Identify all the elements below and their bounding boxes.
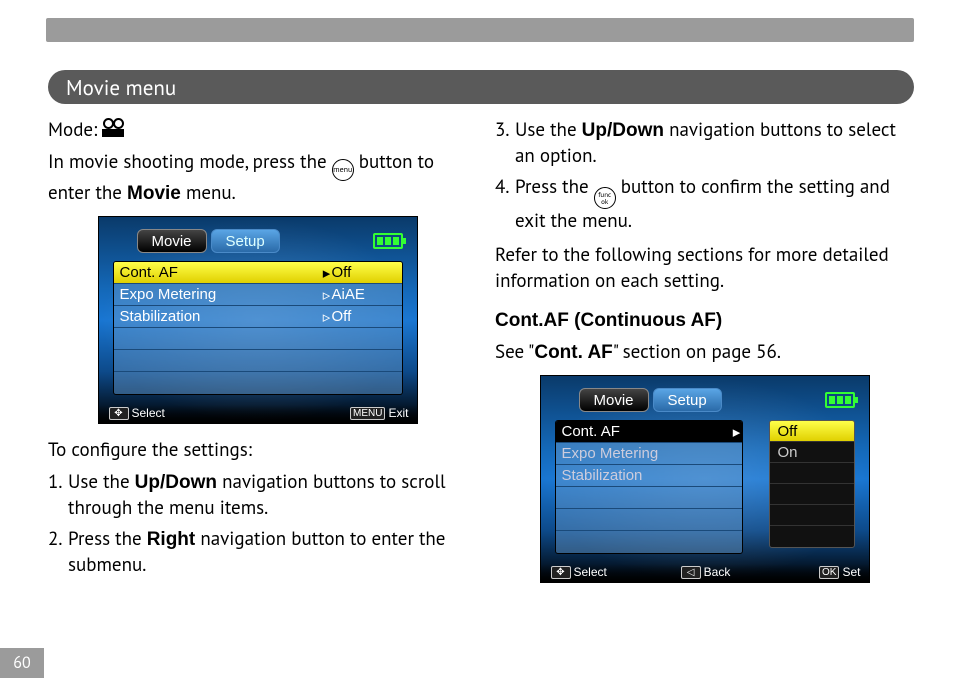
left-column: Mode: In movie shooting mode, press the … <box>48 118 467 597</box>
func-ok-button-icon: funcok <box>594 187 616 209</box>
battery-icon <box>373 233 403 249</box>
lcd2-submenu: Off On <box>769 420 855 548</box>
steps-right: 3.Use the Up/Down navigation buttons to … <box>495 118 914 235</box>
lcd2-foot-back: Back <box>704 565 731 579</box>
step-1: 1.Use the Up/Down navigation buttons to … <box>48 470 467 521</box>
lcd2-row-empty-2 <box>556 509 742 531</box>
back-icon: ◁ <box>681 566 701 579</box>
lcd1-row-expo: Expo Metering▹AiAE <box>114 284 402 306</box>
mode-label: Mode: <box>48 118 97 142</box>
lcd2-row-empty-1 <box>556 487 742 509</box>
lcd-screenshot-2: Movie Setup Cont. AF▸ Expo Metering Stab… <box>540 375 870 583</box>
intro-bold: Movie <box>127 183 181 204</box>
lcd1-tab-setup: Setup <box>211 229 280 253</box>
lcd2-submenu-off: Off <box>770 421 854 442</box>
refer-paragraph: Refer to the following sections for more… <box>495 243 914 294</box>
configure-label: To configure the settings: <box>48 438 467 464</box>
lcd2-row-expo: Expo Metering <box>556 443 742 465</box>
lcd1-tab-movie: Movie <box>137 229 207 253</box>
battery-icon <box>825 392 855 408</box>
page-number-badge: 60 <box>0 648 44 678</box>
lcd2-menu-list: Cont. AF▸ Expo Metering Stabilization <box>555 420 743 554</box>
lcd1-foot-exit: Exit <box>388 406 408 420</box>
contaf-heading: Cont.AF (Continuous AF) <box>495 308 914 334</box>
top-grey-bar <box>46 18 914 42</box>
lcd2-submenu-on: On <box>770 442 854 463</box>
lcd1-row-cont-af: Cont. AF▸Off <box>114 262 402 284</box>
section-title: Movie menu <box>66 74 176 101</box>
lcd1-row-empty-2 <box>114 350 402 372</box>
step-2: 2.Press the Right navigation button to e… <box>48 527 467 578</box>
movie-mode-icon <box>102 121 124 137</box>
dpad-icon: ✥ <box>551 566 571 579</box>
lcd1-foot-select: Select <box>132 406 165 420</box>
lcd1-row-empty-3 <box>114 372 402 394</box>
lcd2-tab-movie: Movie <box>579 388 649 412</box>
ok-btn-icon: OK <box>819 566 839 579</box>
lcd1-footer: ✥Select MENUExit <box>99 405 417 423</box>
intro-text-pre: In movie shooting mode, press the <box>48 150 332 174</box>
lcd1-tabbar: Movie Setup <box>137 227 403 255</box>
manual-page: Movie menu Mode: In movie shooting mode,… <box>0 0 954 694</box>
menu-btn-icon: MENU <box>350 407 385 420</box>
lcd2-row-stab: Stabilization <box>556 465 742 487</box>
lcd1-row-stab: Stabilization▹Off <box>114 306 402 328</box>
lcd2-foot-set: Set <box>842 565 860 579</box>
section-header: Movie menu <box>48 70 914 104</box>
lcd2-tabbar: Movie Setup <box>579 386 855 414</box>
content-columns: Mode: In movie shooting mode, press the … <box>48 118 914 597</box>
right-column: 3.Use the Up/Down navigation buttons to … <box>495 118 914 597</box>
step-4: 4.Press the funcok button to confirm the… <box>495 175 914 235</box>
menu-button-icon: menu <box>332 159 354 181</box>
page-number: 60 <box>13 653 30 673</box>
lcd2-footer: ✥Select ◁Back OKSet <box>541 564 869 582</box>
lcd2-row-cont-af: Cont. AF▸ <box>556 421 742 443</box>
step-3: 3.Use the Up/Down navigation buttons to … <box>495 118 914 169</box>
lcd-screenshot-1: Movie Setup Cont. AF▸Off Expo Metering▹A… <box>98 216 418 424</box>
lcd1-menu-list: Cont. AF▸Off Expo Metering▹AiAE Stabiliz… <box>113 261 403 395</box>
lcd2-foot-select: Select <box>574 565 607 579</box>
intro-paragraph: In movie shooting mode, press the menu b… <box>48 150 467 207</box>
dpad-icon: ✥ <box>109 407 129 420</box>
lcd1-row-empty-1 <box>114 328 402 350</box>
steps-left: 1.Use the Up/Down navigation buttons to … <box>48 470 467 579</box>
lcd2-tab-setup: Setup <box>653 388 722 412</box>
mode-line: Mode: <box>48 118 467 144</box>
intro-tail: menu. <box>181 181 236 205</box>
contaf-ref: See "Cont. AF" section on page 56. <box>495 340 914 366</box>
lcd2-row-empty-3 <box>556 531 742 553</box>
